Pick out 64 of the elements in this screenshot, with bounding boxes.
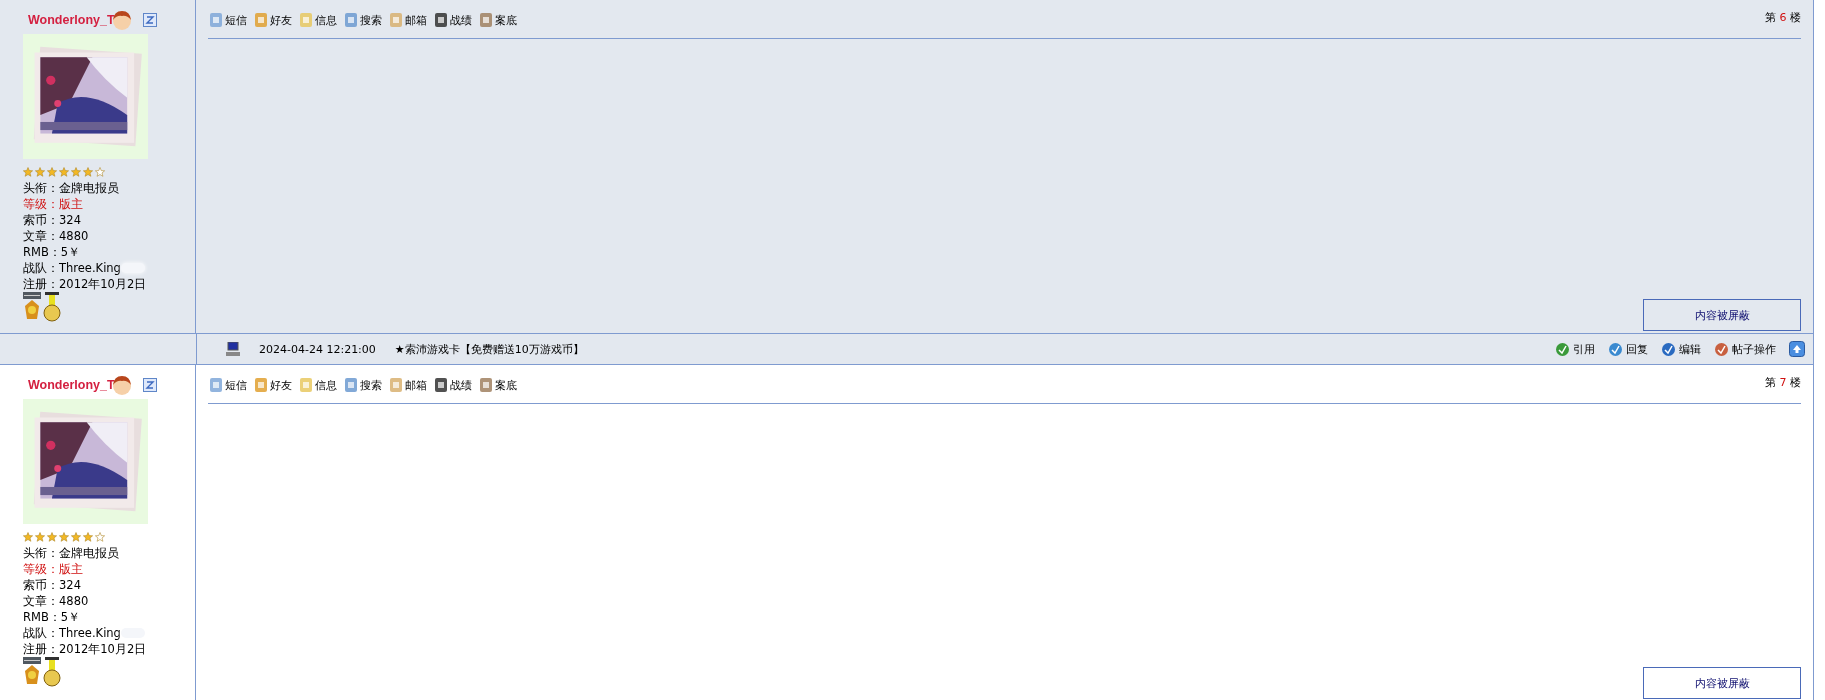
toolbar-icon: [298, 12, 314, 28]
check-circle-icon: [1608, 341, 1623, 357]
username[interactable]: Wonderlony_T: [28, 13, 115, 27]
profile-field: 头衔：金牌电报员: [23, 545, 119, 561]
toolbar-icon: [298, 377, 314, 393]
toolbar-icon: [478, 377, 494, 393]
toolbar-icon: [208, 377, 224, 393]
post-action-link[interactable]: 编辑: [1661, 341, 1701, 357]
toolbar-link[interactable]: 短信: [208, 12, 247, 28]
toolbar-link[interactable]: 邮箱: [388, 377, 427, 393]
profile-field: 战队：Three.King: [23, 625, 121, 641]
toolbar-icon: [388, 377, 404, 393]
profile-field: 索币：324: [23, 212, 81, 228]
medal-icon: [23, 657, 41, 687]
check-circle-icon: [1714, 341, 1729, 357]
ad-link[interactable]: ★索沛游戏卡【免费赠送10万游戏币】: [394, 341, 584, 357]
post-time: 2024-04-24 12:21:00: [259, 342, 376, 356]
medal-icon: [43, 292, 61, 322]
floor-number: 第 6 楼: [1765, 10, 1801, 25]
toolbar-icon: [253, 12, 269, 28]
toolbar-icon: [208, 12, 224, 28]
profile-field: 注册：2012年10月2日: [23, 641, 147, 657]
profile-field: RMB：5￥: [23, 244, 81, 260]
toolbar-icon: [253, 377, 269, 393]
profile-field: 文章：4880: [23, 228, 89, 244]
profile-field: 文章：4880: [23, 593, 89, 609]
toolbar-icon: [478, 12, 494, 28]
blocked-notice: 内容被屏蔽: [1643, 667, 1801, 699]
toolbar-link[interactable]: 战绩: [433, 12, 472, 28]
post-action-link[interactable]: 引用: [1555, 341, 1595, 357]
profile-field: 战队：Three.King: [23, 260, 121, 276]
profile-field: 头衔：金牌电报员: [23, 180, 119, 196]
medal-icon: [43, 657, 61, 687]
toolbar-link[interactable]: 信息: [298, 12, 337, 28]
medal-icon: [23, 292, 41, 322]
check-circle-icon: [1661, 341, 1676, 357]
toolbar-link[interactable]: 案底: [478, 377, 517, 393]
check-circle-icon: [1555, 341, 1570, 357]
toolbar-icon: [343, 377, 359, 393]
post-action-link[interactable]: 回复: [1608, 341, 1648, 357]
toolbar-icon: [433, 377, 449, 393]
profile-field: RMB：5￥: [23, 609, 81, 625]
toolbar-link[interactable]: 信息: [298, 377, 337, 393]
toolbar-link[interactable]: 好友: [253, 12, 292, 28]
username[interactable]: Wonderlony_T: [28, 378, 115, 392]
toolbar-link[interactable]: 搜索: [343, 377, 382, 393]
scroll-top-icon[interactable]: [1789, 341, 1805, 357]
floor-number: 第 7 楼: [1765, 375, 1801, 390]
profile-field: 索币：324: [23, 577, 81, 593]
toolbar-link[interactable]: 战绩: [433, 377, 472, 393]
blocked-notice: 内容被屏蔽: [1643, 299, 1801, 331]
toolbar-link[interactable]: 案底: [478, 12, 517, 28]
profile-field: 等级：版主: [23, 561, 83, 577]
toolbar-link[interactable]: 邮箱: [388, 12, 427, 28]
profile-field: 注册：2012年10月2日: [23, 276, 147, 292]
toolbar-icon: [388, 12, 404, 28]
toolbar-icon: [433, 12, 449, 28]
computer-icon: [226, 342, 240, 356]
toolbar-icon: [343, 12, 359, 28]
toolbar-link[interactable]: 搜索: [343, 12, 382, 28]
post-action-link[interactable]: 帖子操作: [1714, 341, 1776, 357]
toolbar-link[interactable]: 短信: [208, 377, 247, 393]
profile-field: 等级：版主: [23, 196, 83, 212]
toolbar-link[interactable]: 好友: [253, 377, 292, 393]
